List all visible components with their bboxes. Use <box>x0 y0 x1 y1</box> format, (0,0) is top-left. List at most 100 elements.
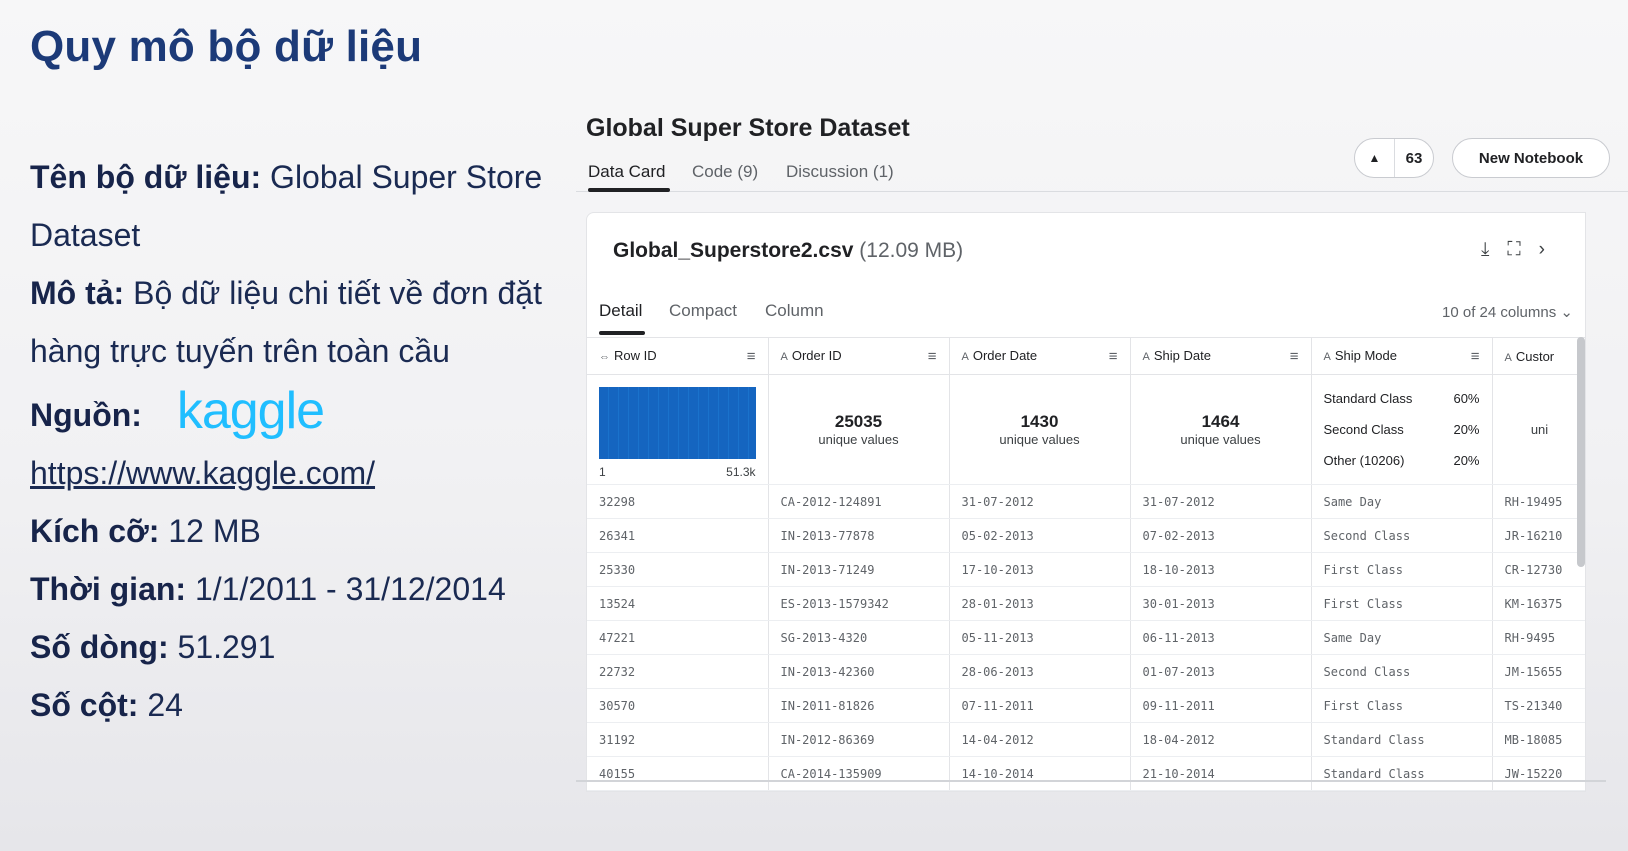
subtab-column[interactable]: Column <box>765 301 824 321</box>
fullscreen-icon[interactable]: ⛶ <box>1507 239 1520 261</box>
table-cell: Standard Class <box>1311 756 1493 791</box>
string-type-icon: A <box>1323 350 1331 363</box>
table-cell: Same Day <box>1311 620 1493 655</box>
unique-label: unique values <box>999 432 1080 447</box>
table-cell: 14-10-2014 <box>949 756 1131 791</box>
download-icon[interactable]: ⤓ <box>1481 239 1489 261</box>
table-cell: 09-11-2011 <box>1130 688 1312 723</box>
table-cell: 31-07-2012 <box>949 484 1131 519</box>
info-cols-value: 24 <box>147 687 183 723</box>
data-table: ⇔ Row ID ≡ A Order ID ≡ A Order Date ≡ A Ship D… <box>587 337 1585 791</box>
info-time-value: 1/1/2011 - 31/12/2014 <box>194 571 506 607</box>
table-cell: 06-11-2013 <box>1130 620 1312 655</box>
col-header-label: Ship Date <box>1153 347 1211 363</box>
mode-pct: 20% <box>1453 453 1480 468</box>
table-row: 40155 CA-2014-135909 14-10-2014 21-10-2014 S… <box>587 756 1585 791</box>
table-row: 31192 IN-2012-86369 14-04-2012 18-04-2012 St… <box>587 722 1585 757</box>
dataset-info: Tên bộ dữ liệu: Global Super Store Datas… <box>30 148 550 734</box>
file-actions: ⤓ ⛶ › <box>1481 239 1545 261</box>
col-header-label: Row ID <box>614 347 657 363</box>
file-name: Global_Superstore2.csv <box>613 239 854 262</box>
table-cell: 21-10-2014 <box>1130 756 1312 791</box>
chevron-right-icon[interactable]: › <box>1539 239 1545 261</box>
mode-pct: 20% <box>1453 422 1480 437</box>
kaggle-link[interactable]: https://www.kaggle.com/ <box>30 455 375 491</box>
sort-icon[interactable]: ≡ <box>928 348 937 365</box>
table-cell: IN-2011-81826 <box>768 688 950 723</box>
table-cell: 28-01-2013 <box>949 586 1131 621</box>
table-scrollbar[interactable] <box>1577 337 1585 567</box>
table-row: 30570 IN-2011-81826 07-11-2011 09-11-2011 Fi… <box>587 688 1585 723</box>
sort-icon[interactable]: ≡ <box>1290 348 1299 365</box>
string-type-icon: A <box>1504 351 1512 364</box>
col-header-label: Order Date <box>972 347 1038 363</box>
sort-icon[interactable]: ≡ <box>747 348 756 365</box>
col-header-label: Order ID <box>791 347 842 363</box>
table-cell: TS-21340 <box>1492 688 1585 723</box>
table-cell: Second Class <box>1311 654 1493 689</box>
caret-up-icon[interactable]: ▲ <box>1355 139 1395 177</box>
info-rows-value: 51.291 <box>177 629 276 665</box>
table-cell: CR-12730 <box>1492 552 1585 587</box>
table-cell: Second Class <box>1311 518 1493 553</box>
table-cell: 18-04-2012 <box>1130 722 1312 757</box>
table-cell: 31192 <box>587 722 769 757</box>
file-size: (12.09 MB) <box>859 239 964 262</box>
info-desc-label: Mô tả: <box>30 275 125 311</box>
info-cols-label: Số cột: <box>30 687 139 723</box>
upvote-control[interactable]: ▲ 63 <box>1354 138 1434 178</box>
column-count-dropdown[interactable]: 10 of 24 columns ⌄ <box>1442 303 1573 321</box>
table-cell: RH-19495 <box>1492 484 1585 519</box>
mode-label: Second Class <box>1323 422 1404 437</box>
id-type-icon: ⇔ <box>599 350 610 363</box>
info-name: Tên bộ dữ liệu: Global Super Store Datas… <box>30 148 550 264</box>
unique-count: 1464 <box>1201 412 1240 431</box>
table-cell: 17-10-2013 <box>949 552 1131 587</box>
unique-count: 25035 <box>834 412 883 431</box>
table-row: 47221 SG-2013-4320 05-11-2013 06-11-2013 Sam… <box>587 620 1585 655</box>
ship-date-unique: 1464 unique values <box>1130 374 1312 485</box>
subtab-detail[interactable]: Detail <box>599 301 642 321</box>
table-cell: 31-07-2012 <box>1130 484 1312 519</box>
table-cell: 05-02-2013 <box>949 518 1131 553</box>
mode-label: Other (10206) <box>1323 453 1405 468</box>
col-header-ship-date[interactable]: A Ship Date ≡ <box>1130 337 1312 375</box>
col-header-customer[interactable]: A Custor <box>1492 337 1585 375</box>
sort-icon[interactable]: ≡ <box>1471 348 1480 365</box>
col-header-row-id[interactable]: ⇔ Row ID ≡ <box>587 337 769 375</box>
table-cell: 40155 <box>587 756 769 791</box>
info-time: Thời gian: 1/1/2011 - 31/12/2014 <box>30 560 550 618</box>
row-id-histogram <box>599 386 756 459</box>
table-cell: IN-2013-77878 <box>768 518 950 553</box>
table-cell: First Class <box>1311 688 1493 723</box>
tab-data-card[interactable]: Data Card <box>588 162 665 182</box>
summary-row: 1 51.3k 25035 unique values 1430 unique val… <box>587 374 1585 485</box>
col-header-order-id[interactable]: A Order ID ≡ <box>768 337 950 375</box>
table-cell: 32298 <box>587 484 769 519</box>
info-size-value: 12 MB <box>168 513 261 549</box>
col-header-label: Ship Mode <box>1334 347 1397 363</box>
tab-discussion[interactable]: Discussion (1) <box>786 162 894 182</box>
sort-icon[interactable]: ≡ <box>1109 348 1118 365</box>
new-notebook-button[interactable]: New Notebook <box>1452 138 1610 178</box>
upvote-count: 63 <box>1405 149 1423 167</box>
info-name-label: Tên bộ dữ liệu: <box>30 159 262 195</box>
table-cell: 01-07-2013 <box>1130 654 1312 689</box>
table-cell: ES-2013-1579342 <box>768 586 950 621</box>
table-cell: CA-2012-124891 <box>768 484 950 519</box>
order-date-unique: 1430 unique values <box>949 374 1131 485</box>
unique-label: unique values <box>818 432 899 447</box>
table-row: 13524 ES-2013-1579342 28-01-2013 30-01-2013… <box>587 586 1585 621</box>
subtab-compact[interactable]: Compact <box>669 301 737 321</box>
column-count-label: 10 of 24 columns <box>1442 304 1557 321</box>
table-cell: IN-2012-86369 <box>768 722 950 757</box>
table-cell: 25330 <box>587 552 769 587</box>
col-header-order-date[interactable]: A Order Date ≡ <box>949 337 1131 375</box>
info-source-label: Nguồn: <box>30 397 142 433</box>
table-cell: 30570 <box>587 688 769 723</box>
info-time-label: Thời gian: <box>30 571 187 607</box>
customer-unique-partial: uni <box>1492 374 1585 485</box>
table-row: 26341 IN-2013-77878 05-02-2013 07-02-2013 Se… <box>587 518 1585 553</box>
col-header-ship-mode[interactable]: A Ship Mode ≡ <box>1311 337 1493 375</box>
tab-code[interactable]: Code (9) <box>692 162 758 182</box>
